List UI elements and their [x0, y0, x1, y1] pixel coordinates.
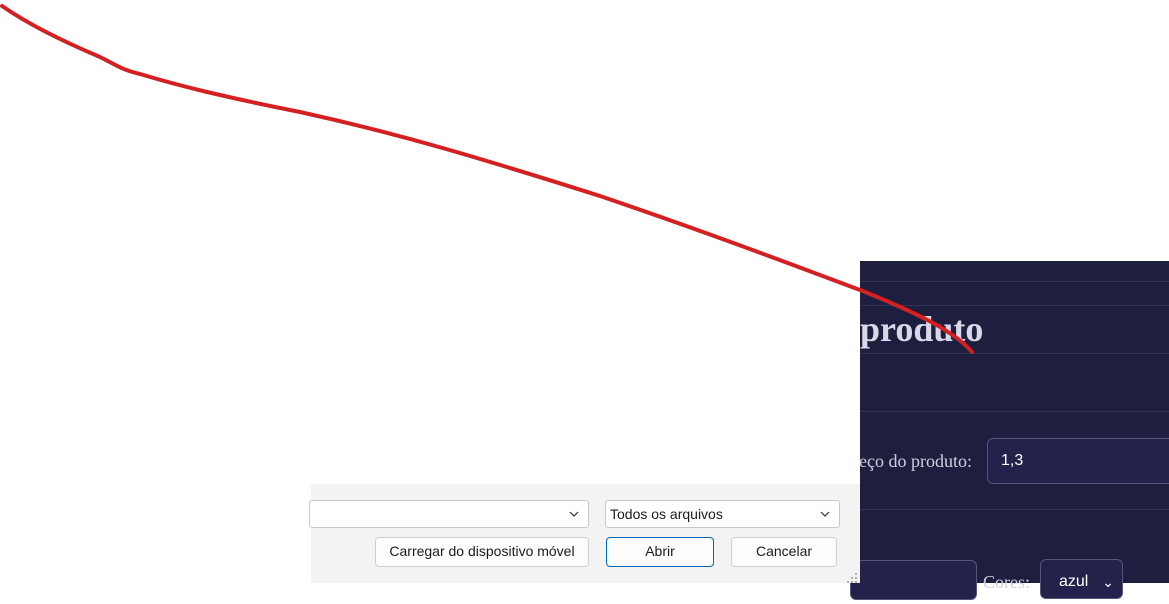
divider — [860, 353, 1169, 354]
open-button[interactable]: Abrir — [606, 537, 714, 567]
chevron-down-icon[interactable] — [819, 501, 831, 527]
chevron-down-icon[interactable] — [568, 501, 580, 527]
filename-value — [310, 506, 316, 522]
cancel-button[interactable]: Cancelar — [731, 537, 837, 567]
colors-select[interactable]: azul ⌄ — [1040, 559, 1123, 599]
file-open-dialog: Todos os arquivos Carregar do dispositiv… — [309, 484, 860, 583]
divider — [860, 281, 1169, 282]
divider — [860, 305, 1169, 306]
file-type-value: Todos os arquivos — [610, 506, 723, 522]
upload-from-mobile-button[interactable]: Carregar do dispositivo móvel — [375, 537, 589, 567]
divider — [860, 411, 1169, 412]
file-type-select[interactable]: Todos os arquivos — [605, 500, 840, 528]
divider — [860, 509, 1169, 510]
price-label: eço do produto: — [859, 451, 972, 471]
colors-select-value: azul — [1059, 573, 1089, 590]
filename-combobox[interactable] — [309, 500, 589, 528]
text-input[interactable] — [850, 560, 977, 600]
price-input[interactable]: 1,3 — [987, 438, 1169, 484]
chevron-down-icon: ⌄ — [1102, 574, 1114, 590]
page-title: produto — [860, 309, 984, 349]
resize-grip-icon[interactable] — [846, 572, 858, 583]
